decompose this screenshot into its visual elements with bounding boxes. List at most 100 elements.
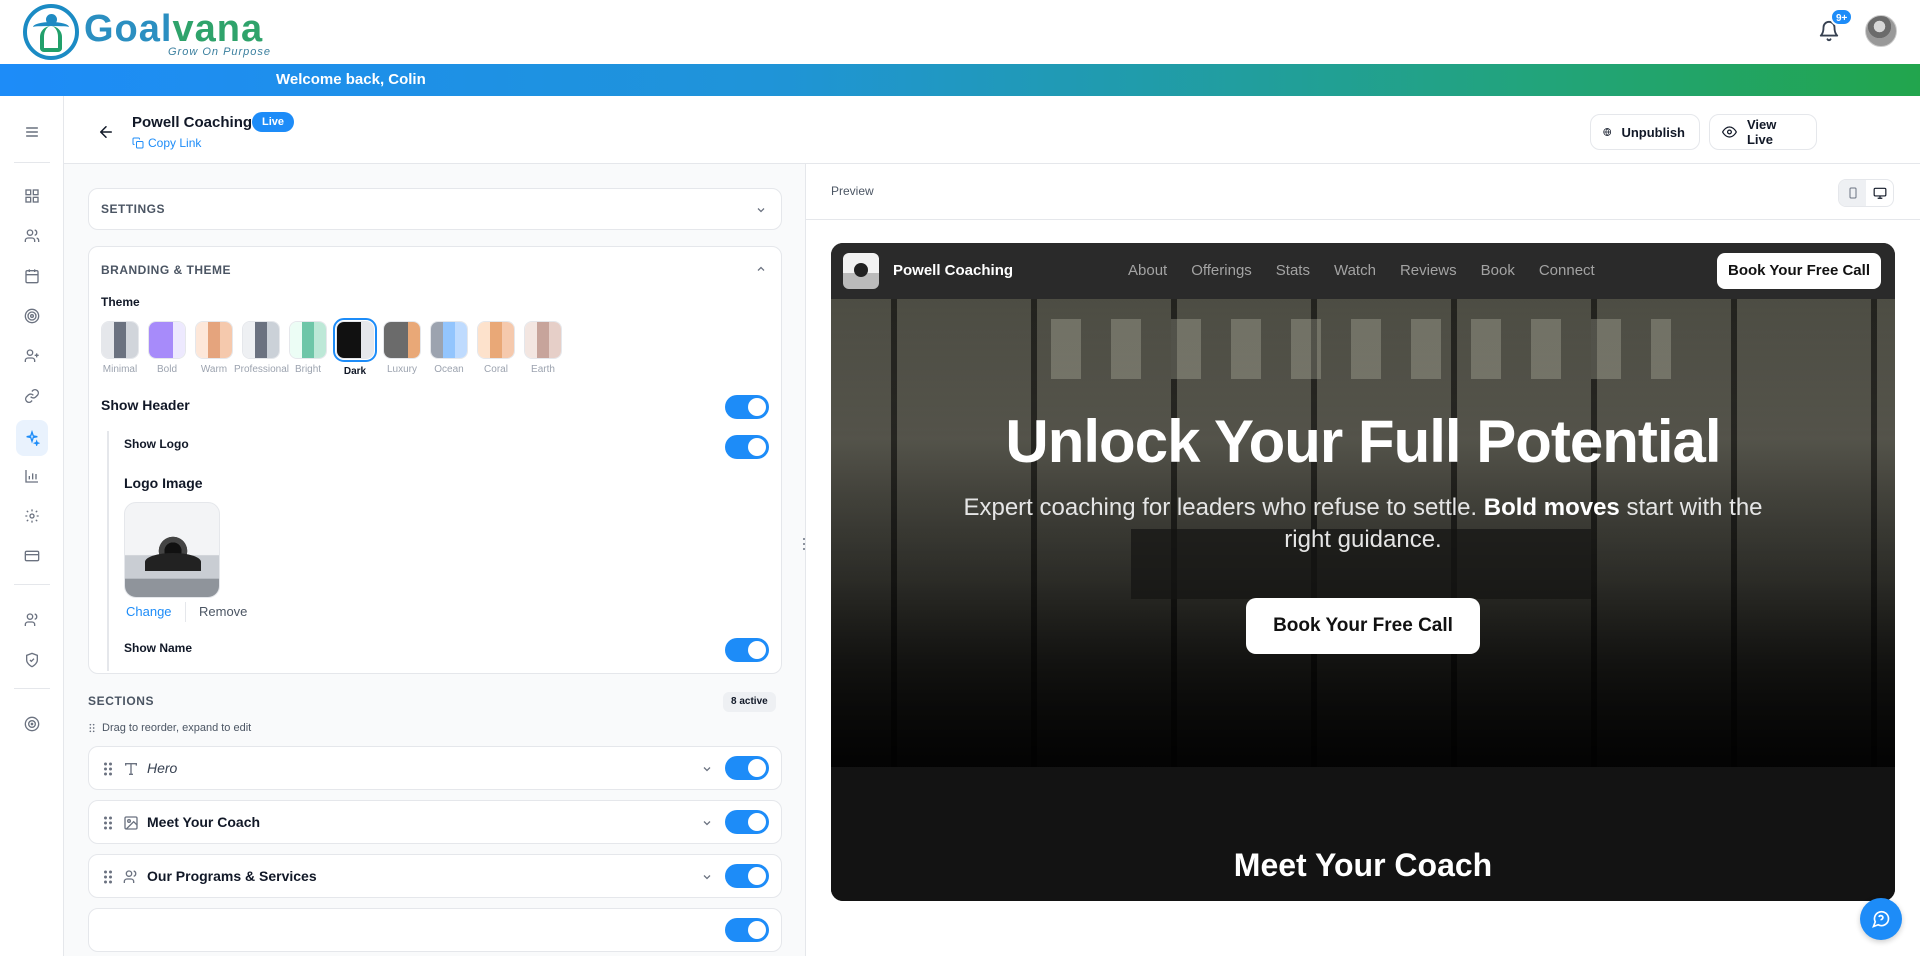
- desktop-icon: [1873, 187, 1886, 199]
- theme-swatch-ocean[interactable]: [430, 321, 468, 359]
- target-icon[interactable]: [22, 306, 42, 326]
- theme-label-luxury: Luxury: [386, 364, 417, 375]
- notification-badge: 9+: [1830, 8, 1854, 26]
- goal-icon[interactable]: [22, 714, 42, 734]
- theme-swatch-earth[interactable]: [524, 321, 562, 359]
- brand-tagline: Grow On Purpose: [168, 46, 272, 58]
- copy-icon: [132, 137, 144, 149]
- theme-label-minimal: Minimal: [102, 364, 138, 375]
- section-toggle[interactable]: [725, 918, 769, 942]
- site-preview: Powell Coaching About Offerings Stats Wa…: [831, 243, 1895, 901]
- view-live-button[interactable]: View Live: [1709, 114, 1817, 150]
- show-name-label: Show Name: [124, 641, 193, 655]
- section-title: Hero: [147, 760, 178, 776]
- chat-support-button[interactable]: [1860, 898, 1902, 940]
- link-icon[interactable]: [22, 386, 42, 406]
- nav-link-connect[interactable]: Connect: [1539, 262, 1595, 279]
- brand-name[interactable]: Goalvana: [84, 9, 263, 49]
- calendar-icon[interactable]: [22, 266, 42, 286]
- hero-title: Unlock Your Full Potential: [1005, 408, 1721, 475]
- theme-swatch-professional[interactable]: [242, 321, 280, 359]
- section-row-programs[interactable]: Our Programs & Services: [88, 854, 782, 898]
- section-toggle[interactable]: [725, 810, 769, 834]
- chevron-down-icon[interactable]: [701, 871, 713, 883]
- theme-label: Theme: [101, 295, 140, 309]
- copy-link-button[interactable]: Copy Link: [132, 136, 201, 150]
- users-icon[interactable]: [22, 226, 42, 246]
- section-title: Meet Your Coach: [147, 814, 261, 830]
- credit-card-icon[interactable]: [22, 546, 42, 566]
- nav-link-watch[interactable]: Watch: [1334, 262, 1376, 279]
- team-icon[interactable]: [22, 610, 42, 630]
- dashboard-icon[interactable]: [22, 186, 42, 206]
- welcome-text: Welcome back, Colin: [276, 71, 426, 88]
- sections-title: SECTIONS: [88, 694, 155, 708]
- drag-handle-icon[interactable]: [103, 761, 113, 777]
- section-row-hero[interactable]: Hero: [88, 746, 782, 790]
- users-icon: [123, 870, 137, 883]
- site-name: Powell Coaching: [893, 262, 1014, 279]
- section-toggle[interactable]: [725, 756, 769, 780]
- theme-swatch-minimal[interactable]: [101, 321, 139, 359]
- globe-icon: [1603, 128, 1612, 136]
- mobile-icon: [1849, 187, 1856, 199]
- link-divider: [185, 602, 186, 622]
- logo-image-label: Logo Image: [124, 475, 203, 491]
- status-badge: Live: [252, 112, 295, 132]
- sparkle-icon[interactable]: [16, 420, 48, 456]
- nav-link-about[interactable]: About: [1128, 262, 1167, 279]
- show-name-toggle[interactable]: [725, 638, 769, 662]
- site-logo[interactable]: [843, 253, 879, 289]
- user-plus-icon[interactable]: [22, 346, 42, 366]
- section-row-meet-your-coach[interactable]: Meet Your Coach: [88, 800, 782, 844]
- theme-swatch-warm[interactable]: [195, 321, 233, 359]
- chevron-up-icon[interactable]: [755, 263, 767, 275]
- mobile-view-button[interactable]: [1839, 180, 1866, 206]
- page-header: Powell Coaching Live Copy Link Unpublish…: [64, 96, 1920, 164]
- drag-handle-icon[interactable]: [103, 869, 113, 885]
- section-toggle[interactable]: [725, 864, 769, 888]
- settings-card[interactable]: SETTINGS: [88, 188, 782, 230]
- top-header: Goalvana Grow On Purpose 9+: [0, 0, 1920, 64]
- theme-swatch-bright[interactable]: [289, 321, 327, 359]
- nav-link-reviews[interactable]: Reviews: [1400, 262, 1457, 279]
- change-logo-link[interactable]: Change: [126, 604, 172, 619]
- theme-swatch-luxury[interactable]: [383, 321, 421, 359]
- page-title: Powell Coaching: [132, 114, 253, 131]
- bar-chart-icon[interactable]: [22, 466, 42, 486]
- hero-cta-button[interactable]: Book Your Free Call: [1246, 598, 1480, 654]
- theme-swatch-bold[interactable]: [148, 321, 186, 359]
- nav-link-stats[interactable]: Stats: [1276, 262, 1310, 279]
- nav-link-offerings[interactable]: Offerings: [1191, 262, 1252, 279]
- chevron-down-icon[interactable]: [755, 204, 767, 216]
- branding-theme-card: BRANDING & THEME Theme Minimal Bold Warm Pr…: [88, 246, 782, 674]
- menu-icon[interactable]: [22, 122, 42, 142]
- shield-icon[interactable]: [22, 650, 42, 670]
- theme-swatch-coral[interactable]: [477, 321, 515, 359]
- editor-panel: SETTINGS BRANDING & THEME Theme Minimal B…: [64, 164, 806, 956]
- goalvana-logo-icon[interactable]: [23, 4, 79, 60]
- unpublish-button[interactable]: Unpublish: [1590, 114, 1700, 150]
- back-arrow-icon[interactable]: [97, 123, 115, 141]
- settings-title: SETTINGS: [101, 202, 166, 216]
- device-toggle: [1838, 179, 1894, 207]
- site-nav-links: About Offerings Stats Watch Reviews Book…: [1128, 262, 1619, 279]
- copy-link-label: Copy Link: [148, 136, 202, 150]
- show-logo-label: Show Logo: [124, 437, 189, 451]
- show-logo-toggle[interactable]: [725, 435, 769, 459]
- section-row-partial[interactable]: [88, 908, 782, 952]
- settings-icon[interactable]: [22, 506, 42, 526]
- desktop-view-button[interactable]: [1866, 180, 1893, 206]
- site-cta-button[interactable]: Book Your Free Call: [1717, 253, 1881, 289]
- theme-swatch-dark[interactable]: [333, 318, 377, 362]
- unpublish-label: Unpublish: [1621, 124, 1685, 140]
- drag-handle-icon[interactable]: [103, 815, 113, 831]
- show-header-toggle[interactable]: [725, 395, 769, 419]
- user-avatar[interactable]: [1865, 15, 1897, 47]
- preview-label: Preview: [831, 184, 874, 198]
- remove-logo-link[interactable]: Remove: [199, 604, 247, 619]
- nav-link-book[interactable]: Book: [1481, 262, 1515, 279]
- active-count-badge: 8 active: [723, 692, 776, 712]
- chevron-down-icon[interactable]: [701, 817, 713, 829]
- chevron-down-icon[interactable]: [701, 763, 713, 775]
